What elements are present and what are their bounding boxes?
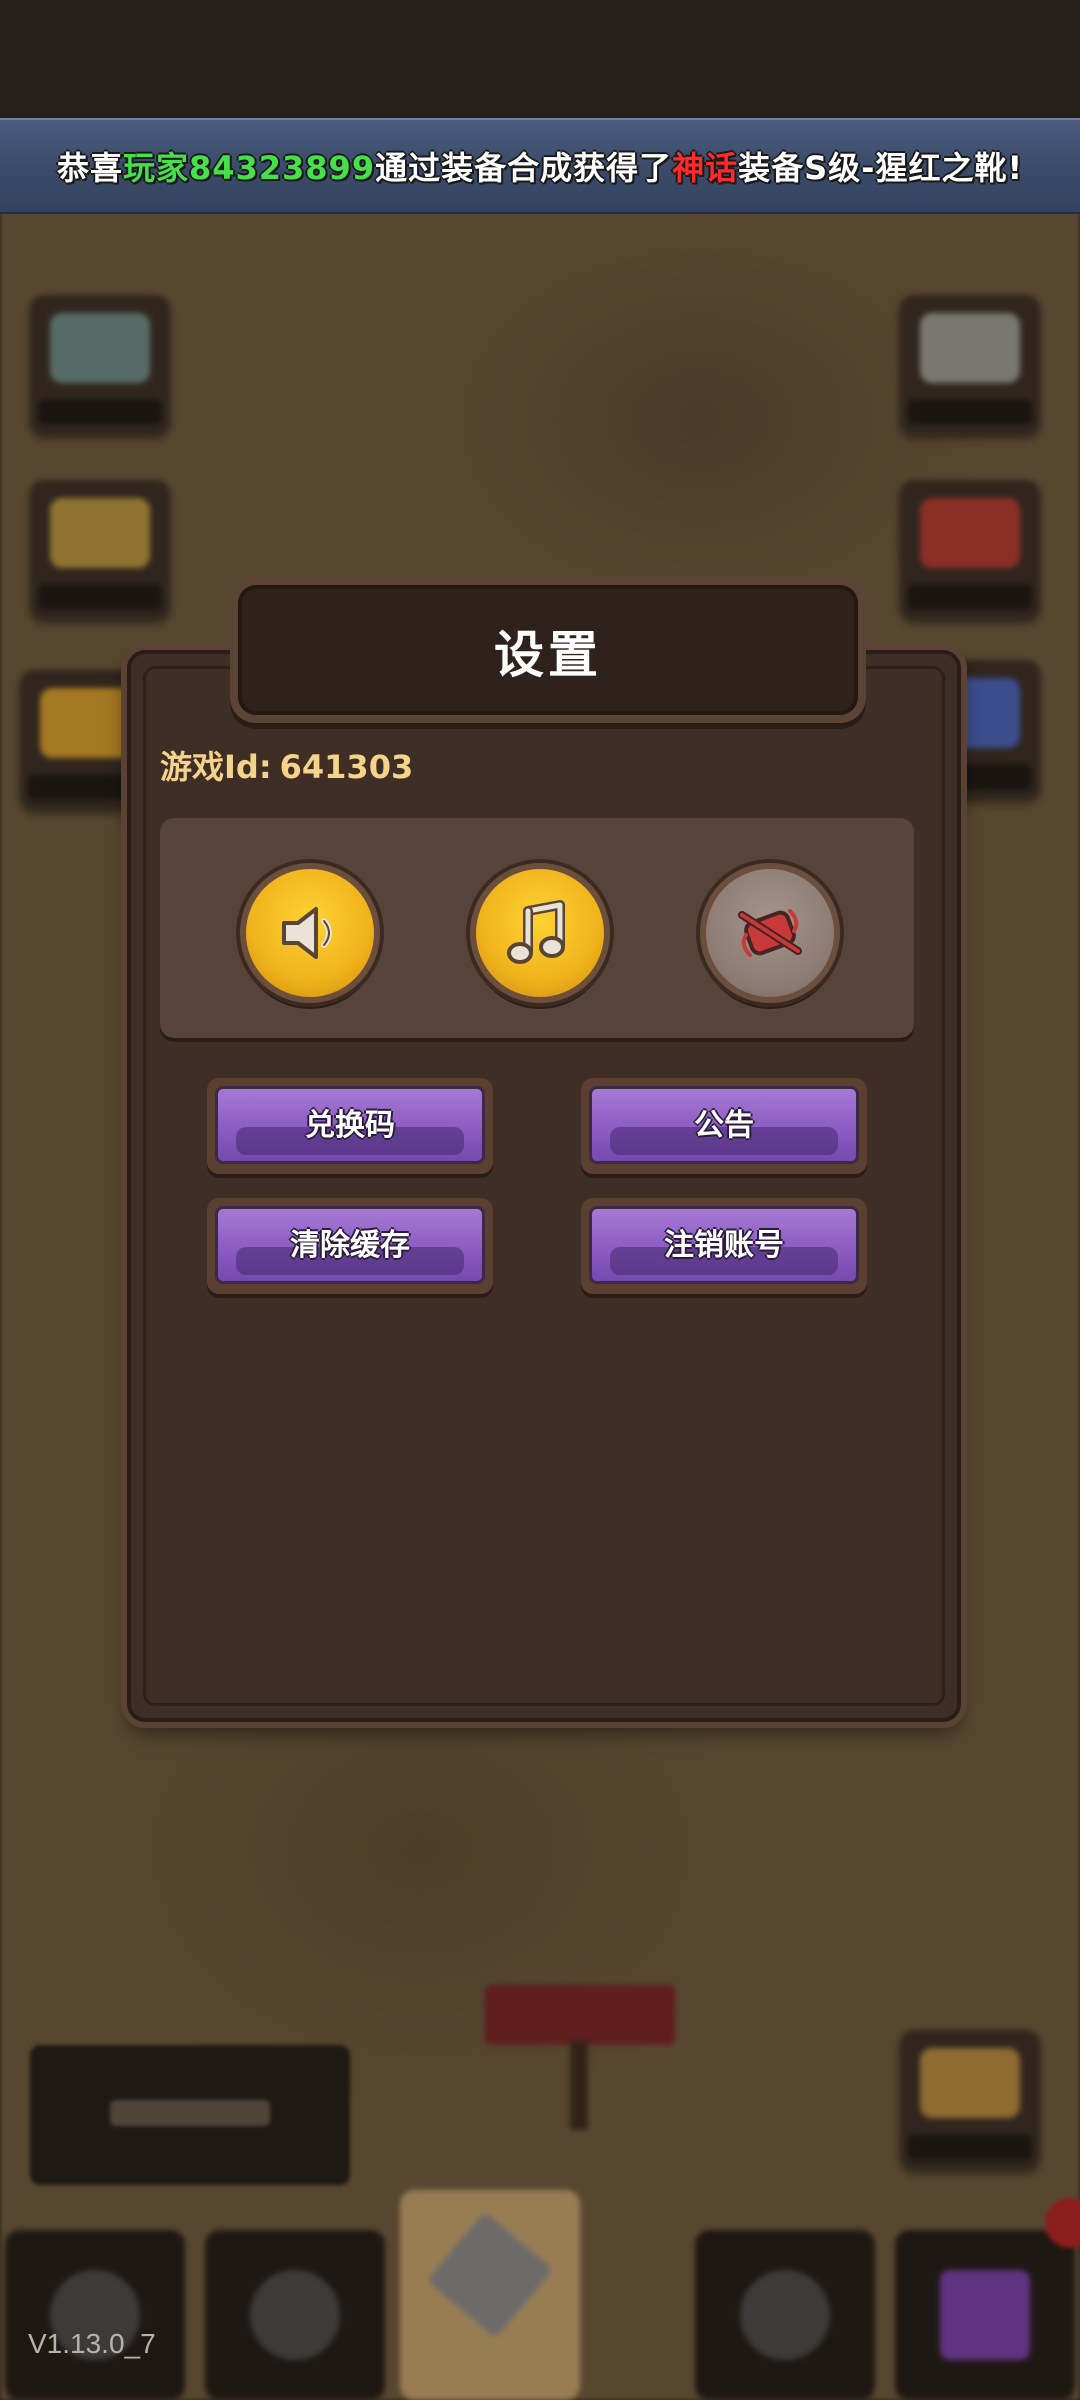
clear-cache-button[interactable]: 清除缓存 (207, 1198, 493, 1294)
ticker-prefix: 恭喜 (56, 149, 123, 187)
announcement-ticker: 恭喜玩家84323899通过装备合成获得了神话装备S级-猩红之靴! (0, 118, 1080, 214)
game-id-value: 641303 (279, 748, 414, 786)
audio-toggle-panel (160, 818, 914, 1038)
ticker-suffix: 装备S级-猩红之靴! (738, 149, 1024, 187)
vibration-toggle-button[interactable] (700, 863, 840, 1003)
dialog-title-plate: 设置 (230, 577, 866, 723)
music-toggle-button[interactable] (470, 863, 610, 1003)
sound-icon (282, 907, 332, 959)
settings-dialog (127, 650, 961, 1722)
game-id-row: 游戏Id: 641303 (160, 742, 413, 788)
delete-account-button[interactable]: 注销账号 (581, 1198, 867, 1294)
ticker-message: 恭喜玩家84323899通过装备合成获得了神话装备S级-猩红之靴! (57, 143, 1023, 189)
ticker-middle: 通过装备合成获得了 (375, 149, 673, 187)
ticker-player: 玩家84323899 (122, 149, 376, 187)
version-label: V1.13.0_7 (28, 2328, 156, 2359)
redeem-code-button[interactable]: 兑换码 (207, 1078, 493, 1174)
announcement-button[interactable]: 公告 (581, 1078, 867, 1174)
ticker-rarity: 神话 (672, 149, 739, 187)
delete-account-label: 注销账号 (664, 1228, 784, 1263)
sound-toggle-button[interactable] (240, 863, 380, 1003)
announcement-label: 公告 (694, 1108, 754, 1143)
redeem-code-label: 兑换码 (305, 1108, 395, 1143)
vibration-off-icon (738, 909, 802, 957)
game-id-label: 游戏Id: (160, 748, 272, 786)
music-icon (507, 900, 565, 964)
clear-cache-label: 清除缓存 (290, 1228, 410, 1263)
dialog-title: 设置 (494, 626, 602, 684)
